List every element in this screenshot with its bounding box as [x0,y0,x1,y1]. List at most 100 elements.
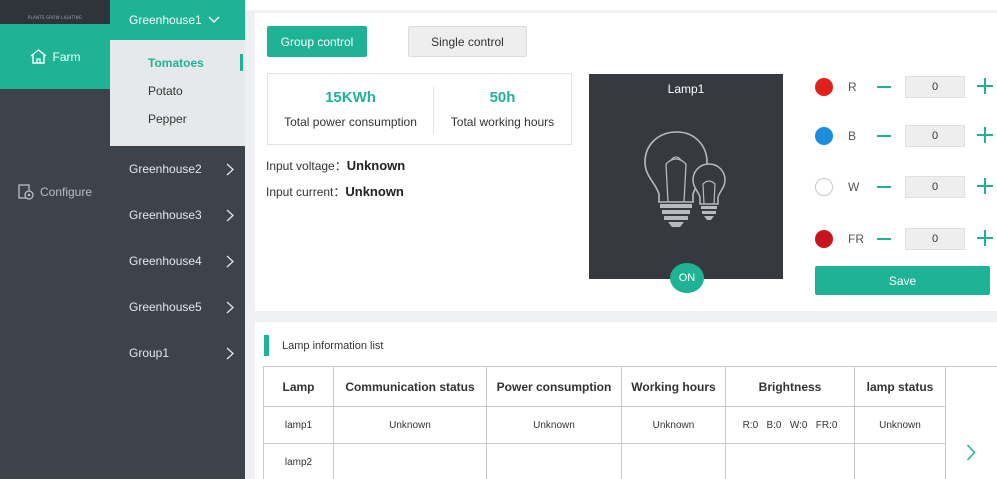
channel-value-input[interactable]: 0 [905,76,965,98]
chevron-right-icon [226,255,234,267]
decrement-button[interactable] [877,238,891,240]
crop-submenu: Tomatoes Potato Pepper [110,40,245,146]
table-cell [333,443,487,479]
lightbulb-icon [644,131,726,227]
channel-b: B 0 [815,124,993,148]
section-marker [264,335,269,356]
nav-greenhouse3[interactable]: Greenhouse3 [129,208,245,222]
nav-label: Greenhouse1 [129,13,202,27]
channel-color-dot [815,178,833,196]
channel-color-dot [815,78,833,96]
chevron-right-icon [226,301,234,313]
nav-greenhouse1[interactable]: Greenhouse1 [110,0,245,40]
input-current-value: Unknown [345,184,404,199]
chevron-right-icon[interactable] [966,444,976,461]
power-label: Total power consumption [284,115,417,129]
channel-w: W 0 [815,175,993,199]
single-control-button[interactable]: Single control [408,26,527,57]
crop-item-tomatoes[interactable]: Tomatoes [148,56,204,70]
nav-greenhouse2[interactable]: Greenhouse2 [129,162,245,176]
increment-button[interactable] [977,78,993,94]
input-voltage: Input voltage：Unknown [266,157,405,174]
column-header: Communication status [333,366,487,407]
nav-greenhouse5[interactable]: Greenhouse5 [129,300,245,314]
channel-color-dot [815,127,833,145]
table-nav-cell [945,366,997,479]
crop-item-potato[interactable]: Potato [148,84,183,98]
table-cell [486,443,622,479]
crop-item-pepper[interactable]: Pepper [148,112,187,126]
rail-item-farm[interactable]: Farm [0,24,110,89]
power-value: 15KWh [325,89,376,106]
decrement-button[interactable] [877,135,891,137]
group-control-button[interactable]: Group control [267,26,367,57]
table-cell: R:0 B:0 W:0 FR:0 [725,406,855,444]
table-cell [854,443,946,479]
chevron-right-icon [226,347,234,359]
table-cell [621,443,726,479]
lamp-on-toggle[interactable]: ON [670,263,704,293]
input-current-label: Input current： [266,185,346,199]
channel-label: B [848,129,857,143]
stats-box: 15KWh Total power consumption 50h Total … [267,73,572,145]
nav-label: Greenhouse5 [129,300,202,314]
lamp-list-title: Lamp information list [282,340,384,352]
hours-label: Total working hours [450,115,555,129]
channel-value-input[interactable]: 0 [905,176,965,198]
chevron-right-icon [226,163,234,175]
chevron-right-icon [226,209,234,221]
channel-value-input[interactable]: 0 [905,125,965,147]
nav-label: Greenhouse2 [129,162,202,176]
increment-button[interactable] [977,230,993,246]
save-button[interactable]: Save [815,266,990,295]
brand-logo: PLANTS GROW LIGHTING [0,0,110,26]
table-cell: lamp1 [263,406,334,444]
app-root: PLANTS GROW LIGHTING Farm Configure Gree… [0,0,997,479]
table-cell: lamp2 [263,443,334,479]
table-row[interactable]: lamp2 [263,443,997,479]
nav-group1[interactable]: Group1 [129,346,245,360]
table-cell: Unknown [333,406,487,444]
nav-greenhouse4[interactable]: Greenhouse4 [129,254,245,268]
lamp-title: Lamp1 [667,82,705,96]
decrement-button[interactable] [877,186,891,188]
rail-item-configure[interactable]: Configure [0,170,110,214]
column-header: Brightness [725,366,855,407]
channel-r: R 0 [815,75,993,99]
rail-item-label: Farm [52,49,81,64]
chevron-down-icon [208,16,220,23]
increment-button[interactable] [977,178,993,194]
table-cell: Unknown [854,406,946,444]
table-header-row: Lamp Communication status Power consumpt… [263,366,997,479]
configure-icon [18,184,34,200]
greenhouse-nav: Greenhouse1 Tomatoes Potato Pepper Green… [110,0,245,479]
decrement-button[interactable] [877,86,891,88]
logo-text: PLANTS GROW LIGHTING [27,15,83,20]
nav-label: Group1 [129,346,170,360]
top-strip [245,0,997,10]
column-header: Working hours [621,366,726,407]
table-cell: Unknown [621,406,726,444]
table-cell [725,443,855,479]
column-header: Power consumption [486,366,622,407]
input-voltage-value: Unknown [346,158,406,173]
channel-value-input[interactable]: 0 [905,228,965,250]
hours-value: 50h [489,89,516,106]
channel-fr: FR 0 [815,227,993,251]
increment-button[interactable] [977,127,993,143]
left-rail: PLANTS GROW LIGHTING Farm Configure [0,0,110,479]
table-cell: Unknown [486,406,622,444]
channel-color-dot [815,230,833,248]
input-current: Input current：Unknown [266,183,404,200]
column-header: Lamp [263,366,334,407]
nav-label: Greenhouse3 [129,208,202,222]
channel-label: FR [848,232,864,246]
lamp-card[interactable]: Lamp1 [589,74,783,279]
column-header: lamp status [854,366,946,407]
input-voltage-label: Input voltage： [266,159,347,173]
nav-label: Greenhouse4 [129,254,202,268]
table-row[interactable]: lamp1 Unknown Unknown Unknown R:0 B:0 W:… [263,406,997,444]
channel-label: R [848,80,857,94]
lamp-table: Lamp Communication status Power consumpt… [263,366,997,479]
home-icon [30,49,46,64]
